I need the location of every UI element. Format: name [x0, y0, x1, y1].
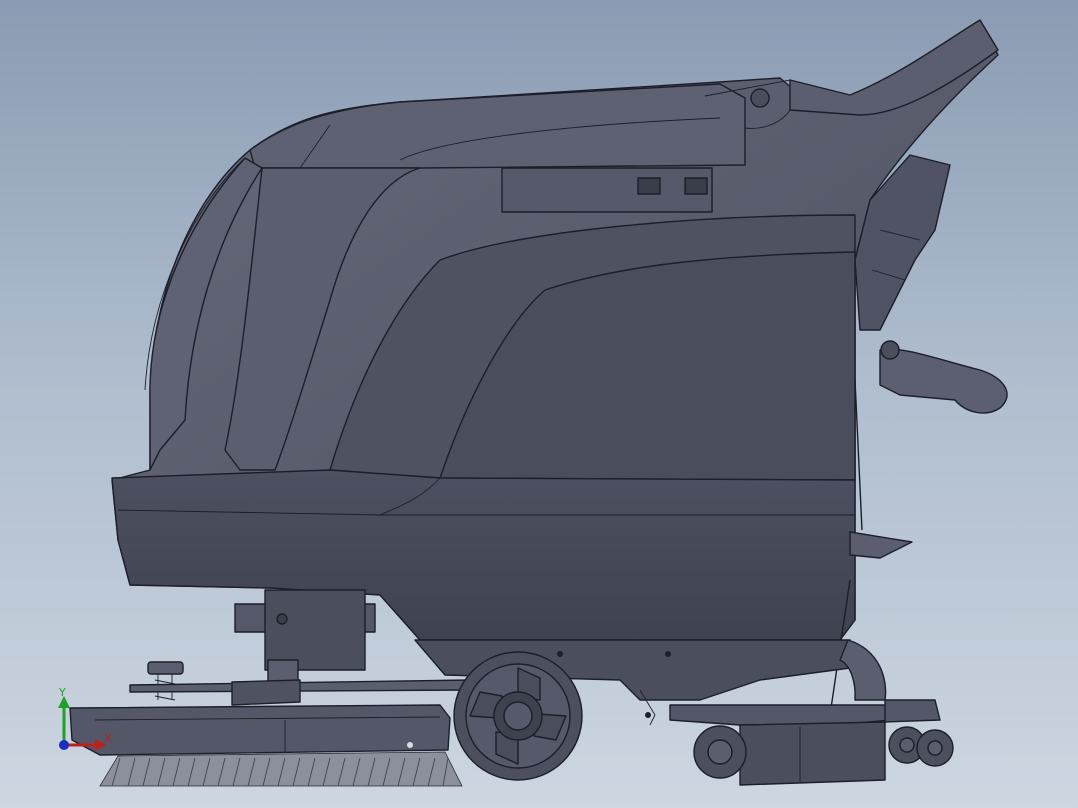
cad-viewport[interactable]: Y X	[0, 0, 1078, 808]
caster-wheel-front	[693, 725, 747, 779]
vacuum-hose	[839, 639, 887, 701]
caster-wheel-rear-2	[916, 729, 954, 767]
handle-grip	[789, 19, 999, 116]
hose-pivot	[880, 340, 900, 360]
rear-kickplate	[849, 531, 913, 559]
triad-y-label: Y	[58, 686, 66, 699]
bumper-band	[111, 469, 856, 641]
hood-panel	[249, 83, 746, 169]
brush-bristles	[99, 751, 463, 787]
hinge-pin	[750, 88, 770, 108]
pressure-knob	[147, 661, 184, 675]
machine-model: Y X	[58, 19, 1008, 787]
brush-deck	[69, 704, 451, 756]
triad-x-label: X	[104, 732, 112, 745]
side-bracket	[501, 167, 713, 213]
hose-elbow	[879, 348, 1008, 414]
drive-wheel	[453, 651, 583, 781]
